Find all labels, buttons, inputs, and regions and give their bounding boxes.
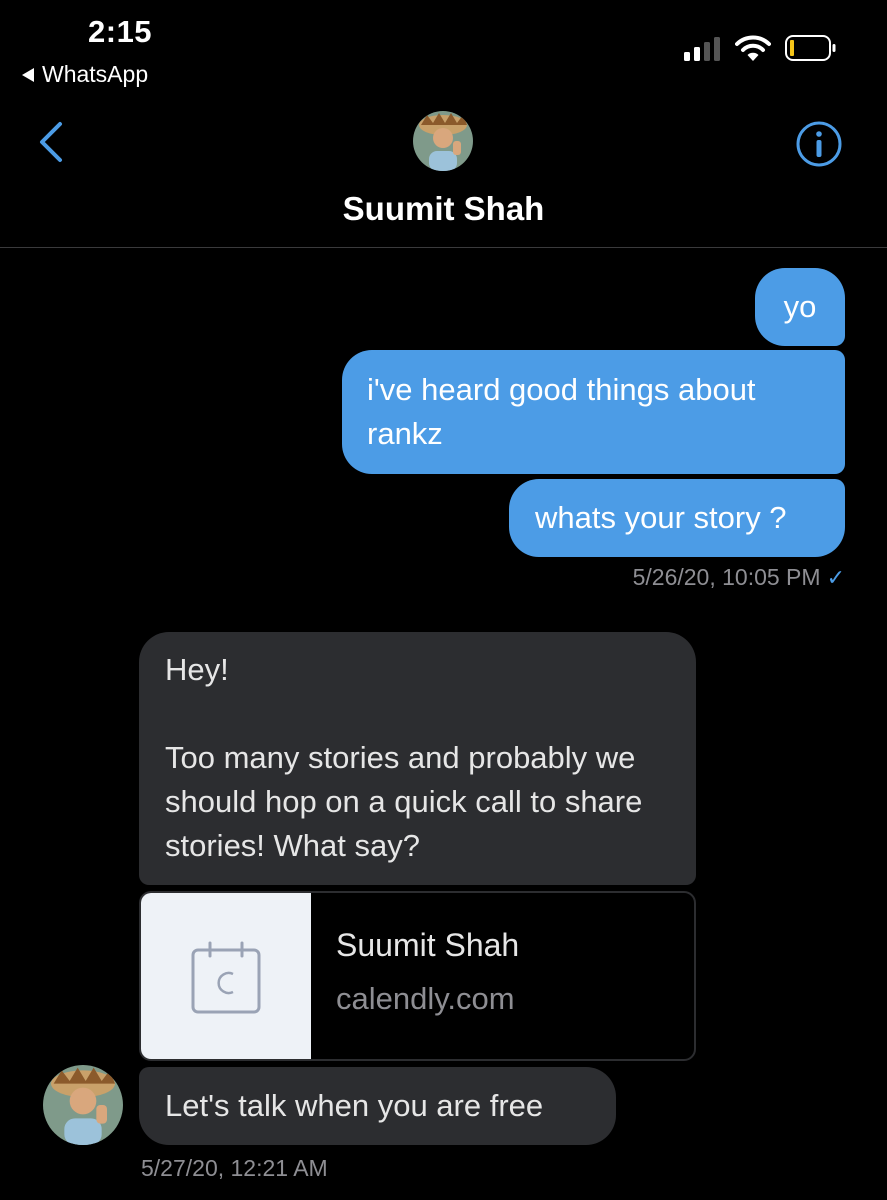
header-divider — [0, 247, 887, 248]
contact-avatar[interactable] — [413, 111, 473, 171]
wifi-icon — [735, 35, 771, 61]
link-title: Suumit Shah — [336, 927, 520, 963]
calendar-icon — [191, 941, 261, 1014]
status-time: 2:15 — [88, 14, 153, 49]
outgoing-message[interactable]: i've heard good things about rankz — [342, 350, 845, 474]
link-preview-card[interactable]: Suumit Shah calendly.com — [139, 891, 696, 1061]
contact-name[interactable]: Suumit Shah — [0, 190, 887, 228]
back-to-app-button[interactable]: WhatsApp — [22, 61, 148, 88]
link-domain: calendly.com — [336, 981, 515, 1016]
back-triangle-icon — [22, 67, 34, 82]
outgoing-message[interactable]: yo — [755, 268, 845, 346]
incoming-timestamp: 5/27/20, 12:21 AM — [141, 1155, 328, 1181]
battery-icon — [785, 35, 836, 61]
link-thumbnail — [141, 893, 311, 1059]
outgoing-message[interactable]: whats your story ? — [509, 479, 845, 557]
outgoing-timestamp: 5/26/20, 10:05 PM ✓ — [633, 564, 845, 591]
cellular-signal-icon — [684, 35, 720, 61]
sender-avatar[interactable] — [43, 1065, 123, 1145]
info-icon[interactable] — [795, 120, 843, 168]
incoming-message[interactable]: Hey! Too many stories and probably we sh… — [139, 632, 696, 885]
message-line: Too many stories and probably we should … — [165, 740, 643, 863]
timestamp-text: 5/26/20, 10:05 PM — [632, 564, 821, 590]
back-app-label: WhatsApp — [42, 61, 149, 87]
incoming-message[interactable]: Let's talk when you are free — [139, 1067, 616, 1145]
message-line: Hey! — [165, 652, 229, 687]
chevron-left-icon[interactable] — [36, 120, 66, 164]
checkmark-icon: ✓ — [826, 564, 845, 590]
